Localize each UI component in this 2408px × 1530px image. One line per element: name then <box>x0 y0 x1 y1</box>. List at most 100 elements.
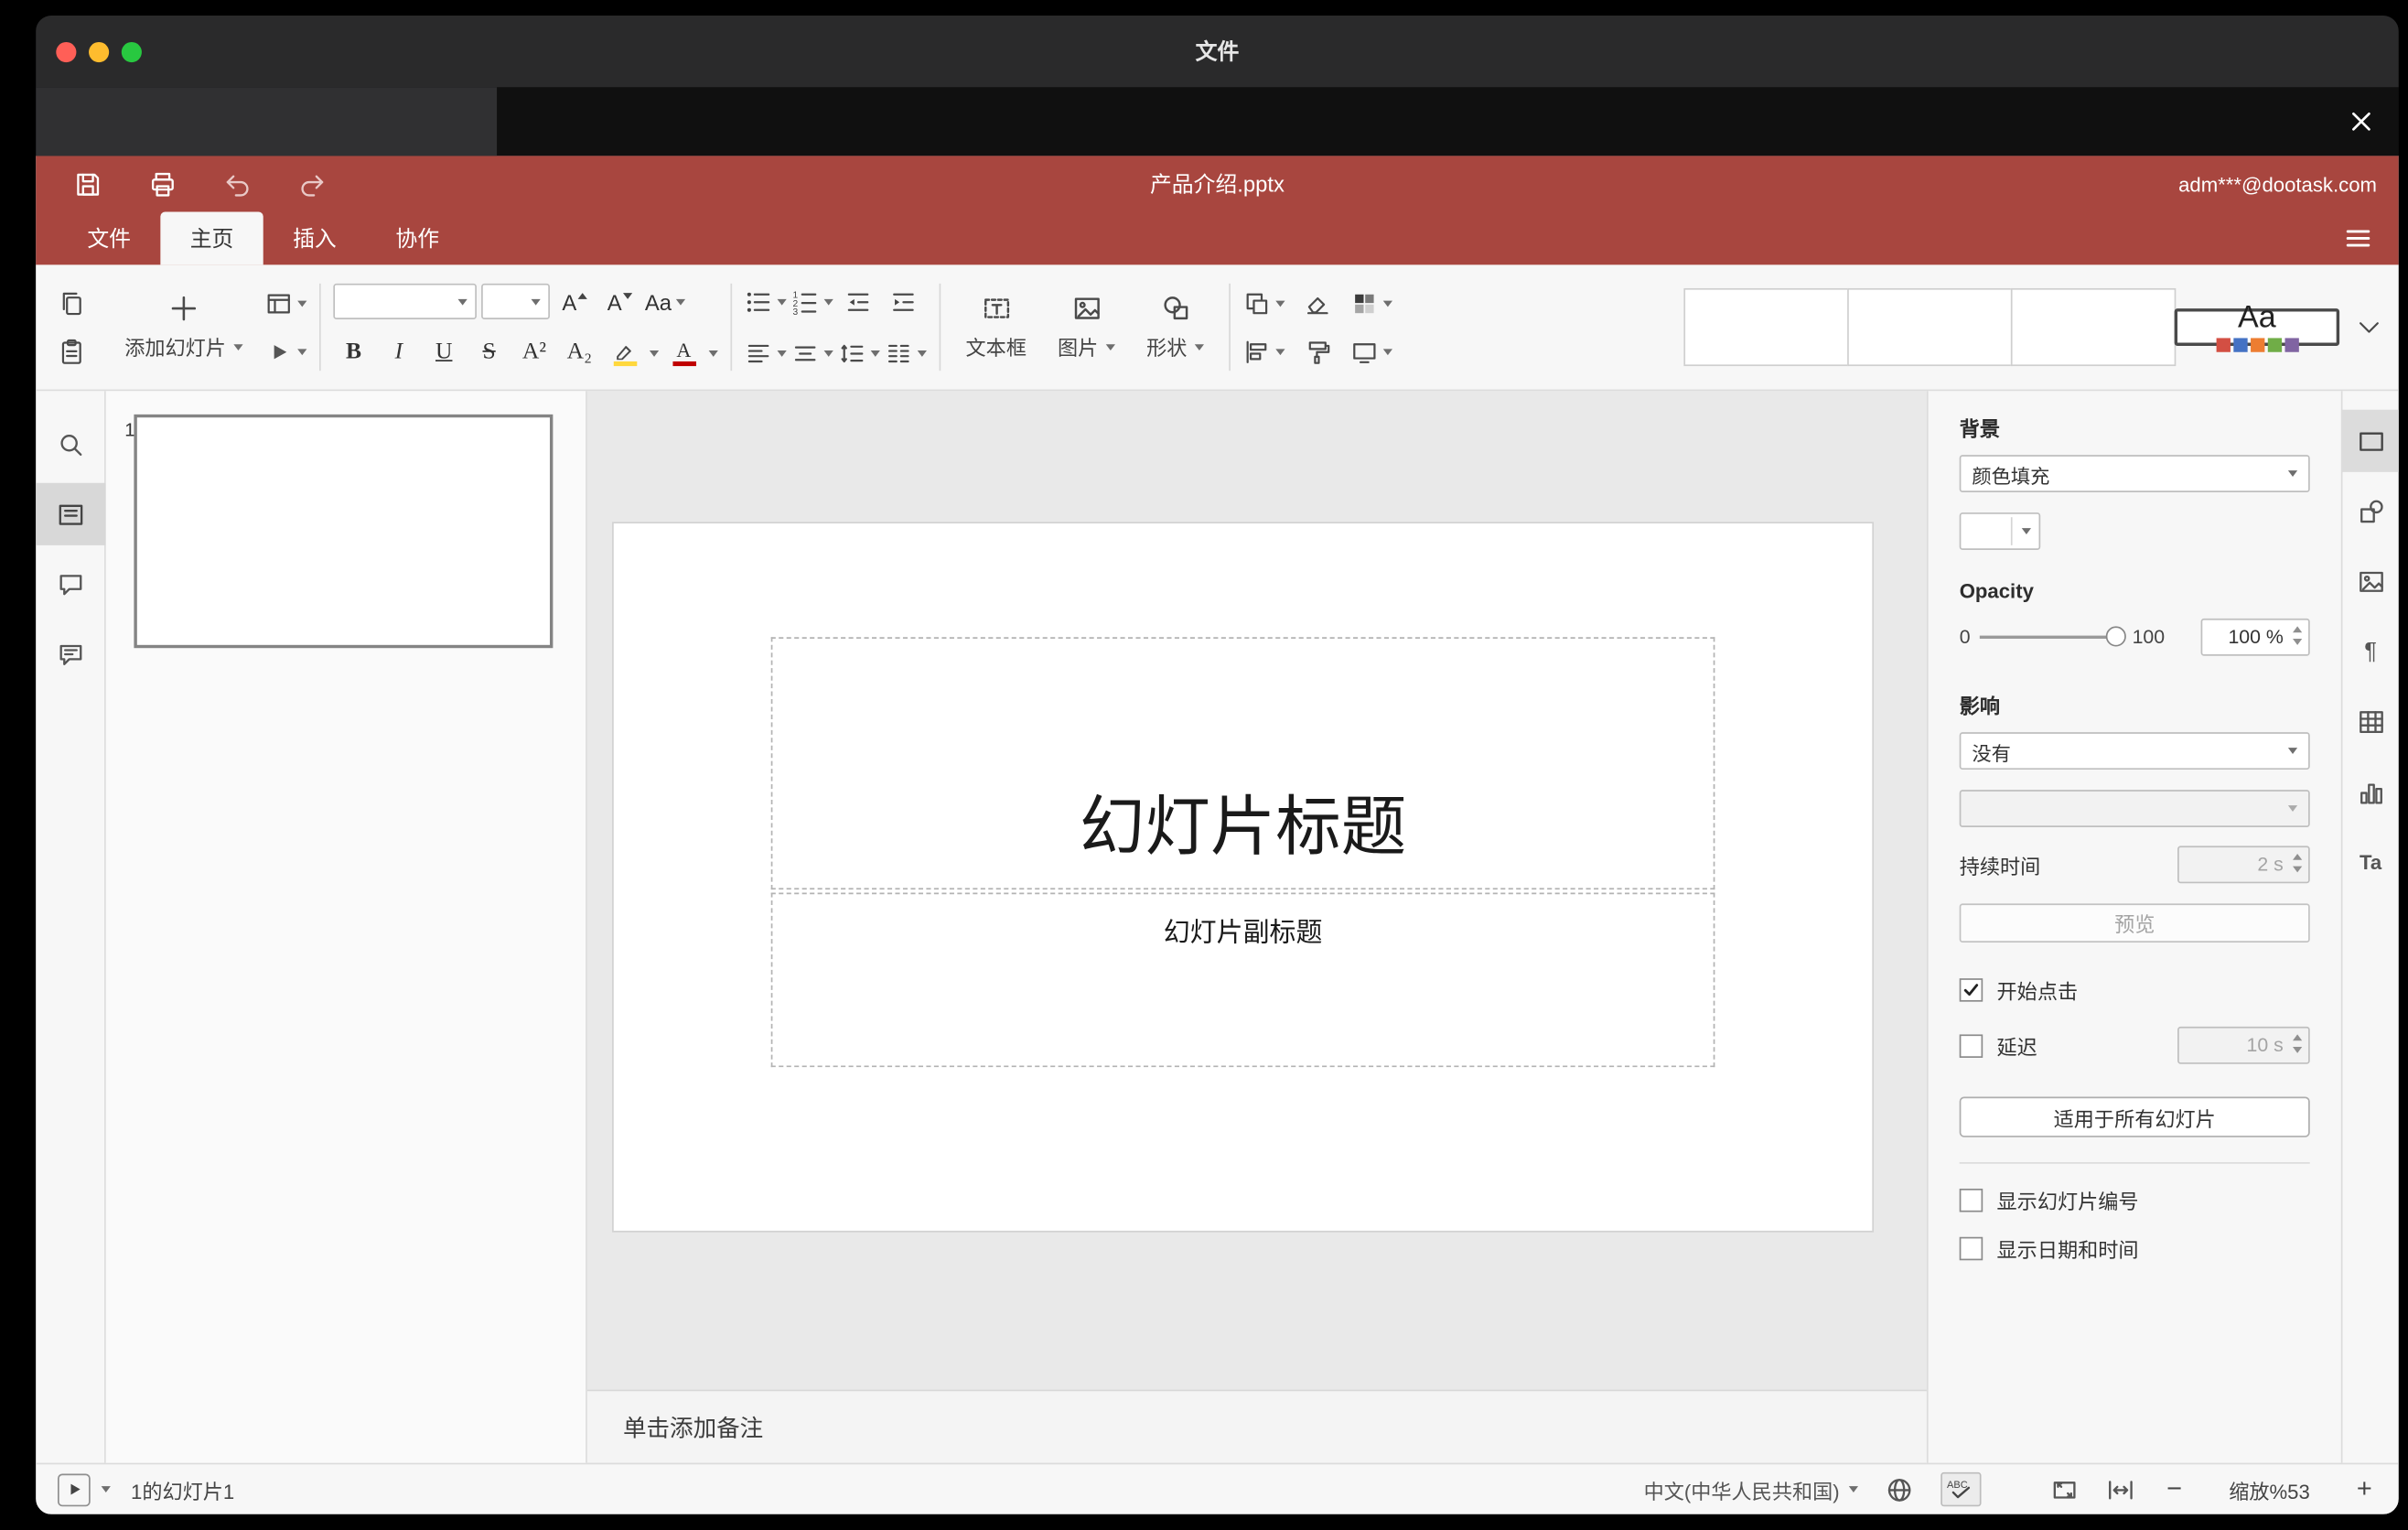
insert-shape-button[interactable]: 形状 <box>1134 279 1216 376</box>
line-spacing-button[interactable] <box>838 332 880 372</box>
theme-slide-selected[interactable]: Aa <box>2174 302 2340 352</box>
effect-select[interactable]: 没有 <box>1959 732 2310 770</box>
image-settings-button[interactable] <box>2342 550 2399 612</box>
arrange-shape-button[interactable] <box>1243 283 1285 323</box>
decrease-font-button[interactable]: A <box>599 281 640 321</box>
chevron-down-icon[interactable] <box>101 1486 111 1492</box>
numbering-button[interactable]: 123 <box>791 281 833 321</box>
strikeout-button[interactable]: S <box>468 332 509 372</box>
slide-canvas-area[interactable]: 幻灯片标题 幻灯片副标题 <box>587 391 1927 1389</box>
bold-button[interactable]: B <box>333 332 373 372</box>
italic-button[interactable]: I <box>379 332 419 372</box>
comments-panel-button[interactable] <box>36 553 105 615</box>
add-slide-button[interactable]: 添加幻灯片 <box>113 279 256 376</box>
highlight-color-button[interactable] <box>605 332 660 372</box>
opacity-slider[interactable] <box>1979 626 2126 648</box>
superscript-button[interactable]: A² <box>514 332 554 372</box>
slide-settings-button[interactable] <box>2341 409 2399 472</box>
tab-collaboration[interactable]: 协作 <box>366 212 468 265</box>
slide-thumbnail-1[interactable] <box>134 414 554 649</box>
theme-gallery-expand-button[interactable] <box>2352 288 2386 366</box>
chevron-down-icon <box>297 299 307 307</box>
background-section-label: 背景 <box>1959 417 2000 441</box>
close-modal-button[interactable] <box>2344 104 2378 138</box>
background-color-button[interactable] <box>1959 512 2041 550</box>
undo-button[interactable] <box>221 168 253 199</box>
show-date-checkbox[interactable] <box>1959 1236 1983 1261</box>
table-settings-button[interactable] <box>2342 690 2399 752</box>
horizontal-align-button[interactable] <box>745 332 787 372</box>
notes-area[interactable]: 单击添加备注 <box>586 1389 1927 1463</box>
font-name-combo[interactable] <box>333 283 477 320</box>
language-button[interactable]: 中文(中华人民共和国) <box>1644 1474 1859 1503</box>
theme-slide[interactable] <box>2010 287 2177 367</box>
zoom-in-button[interactable]: + <box>2352 1474 2377 1505</box>
decrease-indent-button[interactable] <box>838 281 878 321</box>
spinner-arrows-icon[interactable] <box>2293 853 2303 873</box>
theme-slide[interactable] <box>1847 287 2013 367</box>
set-language-button[interactable] <box>1885 1474 1914 1503</box>
shape-settings-button[interactable] <box>2342 479 2399 542</box>
minimize-window-button[interactable] <box>89 41 110 62</box>
insert-columns-button[interactable] <box>885 332 927 372</box>
fit-to-slide-button[interactable] <box>2049 1474 2079 1503</box>
apply-to-all-slides-button[interactable]: 适用于所有幻灯片 <box>1959 1096 2310 1137</box>
duration-input[interactable]: 2 s <box>2177 846 2310 884</box>
slide-canvas[interactable]: 幻灯片标题 幻灯片副标题 <box>613 523 1873 1231</box>
fit-to-width-button[interactable] <box>2106 1474 2135 1503</box>
delay-input[interactable]: 10 s <box>2177 1026 2310 1064</box>
start-slideshow-button[interactable] <box>264 331 307 372</box>
slider-knob[interactable] <box>2105 626 2126 647</box>
tab-insert[interactable]: 插入 <box>263 212 366 265</box>
paste-button[interactable] <box>50 331 91 372</box>
print-button[interactable] <box>146 168 177 199</box>
redo-button[interactable] <box>296 168 327 199</box>
theme-slide[interactable] <box>1683 287 1849 367</box>
clear-style-button[interactable] <box>1297 283 1338 323</box>
increase-font-button[interactable]: A <box>554 281 595 321</box>
chat-panel-button[interactable] <box>36 623 105 685</box>
save-button[interactable] <box>71 168 102 199</box>
background-fill-select[interactable]: 颜色填充 <box>1959 455 2310 492</box>
slides-panel-button[interactable] <box>36 482 105 545</box>
subtitle-placeholder[interactable]: 幻灯片副标题 <box>770 892 1715 1068</box>
spellcheck-button[interactable]: ABC <box>1940 1471 1982 1507</box>
zoom-window-button[interactable] <box>121 41 142 62</box>
vertical-align-button[interactable] <box>791 332 833 372</box>
color-scheme-button[interactable] <box>1350 283 1393 323</box>
zoom-out-button[interactable]: − <box>2162 1474 2187 1505</box>
close-window-button[interactable] <box>56 41 77 62</box>
align-shape-button[interactable] <box>1243 331 1285 372</box>
subscript-button[interactable]: A₂ <box>559 332 599 372</box>
font-size-combo[interactable] <box>481 283 550 320</box>
delay-checkbox[interactable] <box>1959 1033 1983 1058</box>
show-slide-number-checkbox[interactable] <box>1959 1188 1983 1212</box>
chart-settings-button[interactable] <box>2342 760 2399 823</box>
copy-button[interactable] <box>50 283 91 323</box>
change-layout-button[interactable] <box>264 283 307 323</box>
slide-size-button[interactable] <box>1350 331 1393 372</box>
menu-button[interactable] <box>2343 222 2374 253</box>
preview-effect-button[interactable]: 预览 <box>1959 903 2310 943</box>
search-panel-button[interactable] <box>36 413 105 475</box>
spinner-arrows-icon[interactable] <box>2293 1034 2303 1053</box>
opacity-value-input[interactable]: 100 % <box>2200 618 2310 656</box>
tab-file[interactable]: 文件 <box>58 212 160 265</box>
title-placeholder[interactable]: 幻灯片标题 <box>770 637 1715 890</box>
insert-textbox-button[interactable]: 文本框 <box>953 279 1039 376</box>
start-on-click-checkbox[interactable] <box>1959 978 1983 1002</box>
bullets-button[interactable] <box>745 281 787 321</box>
change-case-button[interactable]: Aa <box>645 281 686 321</box>
start-slideshow-status-button[interactable] <box>57 1472 91 1506</box>
tab-home[interactable]: 主页 <box>160 211 263 265</box>
textart-settings-button[interactable]: Ta <box>2342 830 2399 892</box>
font-color-button[interactable]: A <box>663 332 718 372</box>
chevron-down-icon <box>649 350 660 357</box>
effect-type-select[interactable] <box>1959 790 2310 828</box>
copy-style-button[interactable] <box>1297 331 1338 372</box>
paragraph-settings-button[interactable]: ¶ <box>2342 620 2399 683</box>
insert-image-button[interactable]: 图片 <box>1045 279 1127 376</box>
spinner-arrows-icon[interactable] <box>2293 626 2303 645</box>
underline-button[interactable]: U <box>424 332 464 372</box>
increase-indent-button[interactable] <box>883 281 923 321</box>
